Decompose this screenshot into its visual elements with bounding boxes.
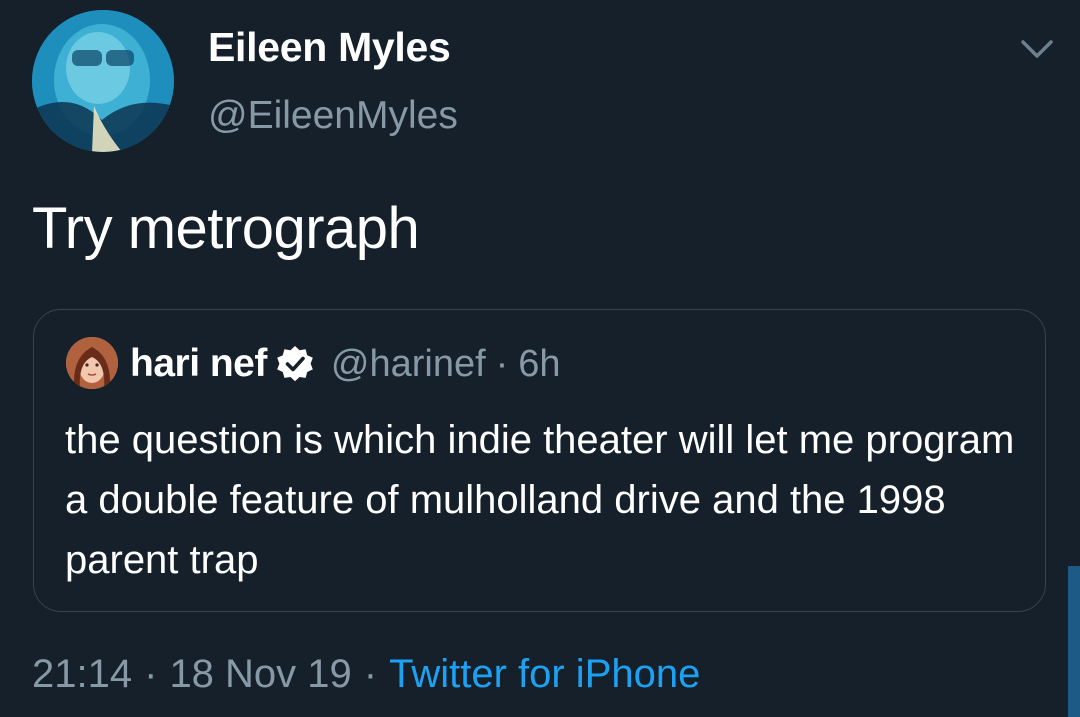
tweet-detail-view: Eileen Myles @EileenMyles Try metrograph… bbox=[0, 0, 1080, 717]
quoted-tweet-time: 6h bbox=[518, 342, 561, 385]
quoted-tweet-separator: · bbox=[495, 342, 509, 385]
tweet-text: Try metrograph bbox=[32, 196, 420, 261]
meta-separator: · bbox=[363, 652, 378, 696]
quoted-tweet-text: the question is which indie theater will… bbox=[65, 418, 1015, 582]
scrollbar-thumb[interactable] bbox=[1068, 566, 1080, 717]
quoted-tweet-header: hari nef @harinef · 6h bbox=[130, 340, 561, 388]
quoted-author-avatar-photo bbox=[66, 337, 118, 389]
author-display-name[interactable]: Eileen Myles bbox=[208, 24, 451, 71]
quoted-author-avatar bbox=[66, 337, 118, 389]
quoted-tweet-card[interactable]: hari nef @harinef · 6h the question is w… bbox=[33, 309, 1046, 612]
author-avatar[interactable] bbox=[32, 10, 174, 152]
tweet-date: 18 Nov 19 bbox=[169, 652, 352, 696]
quoted-author-handle: @harinef bbox=[330, 342, 486, 385]
author-avatar-photo bbox=[32, 10, 174, 152]
meta-separator: · bbox=[144, 652, 158, 696]
chevron-down-icon[interactable] bbox=[1017, 34, 1057, 64]
quoted-author-name: hari nef bbox=[130, 342, 267, 385]
verified-badge-icon bbox=[277, 346, 313, 382]
tweet-time: 21:14 bbox=[32, 652, 133, 696]
author-handle[interactable]: @EileenMyles bbox=[208, 94, 458, 138]
tweet-source-link[interactable]: Twitter for iPhone bbox=[389, 652, 700, 696]
tweet-metadata: 21:14 · 18 Nov 19 · Twitter for iPhone bbox=[32, 652, 700, 697]
